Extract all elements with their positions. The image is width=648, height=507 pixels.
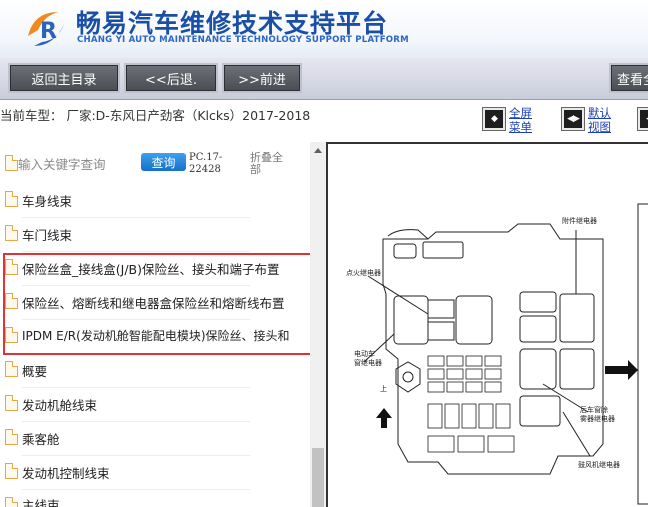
back-button[interactable]: <<后退. bbox=[124, 63, 218, 93]
default-view-icon[interactable]: ◀▶ bbox=[561, 107, 585, 131]
document-icon bbox=[5, 225, 18, 241]
logo: R bbox=[24, 6, 70, 50]
document-icon bbox=[5, 361, 18, 377]
document-icon bbox=[5, 395, 18, 411]
header: R 畅易汽车维修技术支持平台 CHANG YI AUTO MAINTENANCE… bbox=[0, 0, 648, 58]
document-icon bbox=[5, 191, 18, 207]
current-model-label: 当前车型： 厂家:D-东风日产劲客（Klcks）2017-2018 bbox=[0, 108, 311, 123]
search-row: 输入关键字查询 查询 PC.17-22428 折叠全部 bbox=[0, 142, 310, 184]
rear-defrost-relay-label: 后车窗除 雾器继电器 bbox=[580, 406, 615, 423]
tree-item-label: 发动机舱线束 bbox=[22, 398, 98, 413]
document-icon bbox=[5, 155, 18, 171]
tree-item-label: 车身线束 bbox=[22, 194, 73, 209]
view-all-button[interactable]: 查看全 bbox=[609, 63, 648, 93]
fullscreen-menu-icon[interactable]: ◆ bbox=[482, 107, 506, 131]
brand-subtitle: CHANG YI AUTO MAINTENANCE TECHNOLOGY SUP… bbox=[77, 35, 409, 45]
tree-item[interactable]: 乘客舱 bbox=[0, 422, 310, 456]
tree-item[interactable]: 车身线束 bbox=[0, 184, 310, 218]
left-tree-panel: 输入关键字查询 查询 PC.17-22428 折叠全部 车身线束 车门线束 保险… bbox=[0, 142, 326, 507]
pc-code: PC.17-22428 bbox=[189, 152, 223, 175]
tree-item-label: 乘客舱 bbox=[22, 432, 60, 447]
query-button[interactable]: 查询 bbox=[141, 153, 186, 171]
home-button[interactable]: 返回主目录 bbox=[8, 63, 120, 93]
tree-item[interactable]: 发动机舱线束 bbox=[0, 388, 310, 422]
tree-item[interactable]: 主线束 bbox=[0, 490, 310, 507]
default-view-link[interactable]: 默认视图 bbox=[588, 106, 614, 134]
scroll-up-icon[interactable] bbox=[314, 148, 322, 153]
document-icon bbox=[5, 429, 18, 445]
svg-text:R: R bbox=[40, 19, 57, 44]
extra-view-icon[interactable]: ◀ bbox=[637, 107, 648, 131]
ignition-relay-label: 点火继电器 bbox=[346, 269, 381, 277]
tree-item[interactable]: 发动机控制线束 bbox=[0, 456, 310, 490]
tree-item[interactable]: 概要 bbox=[0, 354, 310, 388]
up-label: 上 bbox=[380, 385, 387, 393]
forward-button[interactable]: >>前进 bbox=[222, 63, 302, 93]
tree-item-label: 概要 bbox=[22, 364, 48, 379]
tree-item-label: 发动机控制线束 bbox=[22, 466, 110, 481]
fuse-box-diagram bbox=[363, 203, 648, 505]
tree-item[interactable]: 车门线束 bbox=[0, 218, 310, 252]
attach-relay-label: 附件继电器 bbox=[562, 217, 597, 225]
diagram-panel: 附件继电器 点火继电器 电动车 窗继电器 上 后车窗除 雾器继电器 鼓风机继电器 bbox=[326, 142, 648, 507]
scroll-thumb[interactable] bbox=[312, 448, 324, 507]
search-input[interactable]: 输入关键字查询 bbox=[18, 154, 106, 173]
power-window-relay-label: 电动车 窗继电器 bbox=[354, 350, 382, 367]
scrollbar[interactable] bbox=[310, 142, 326, 507]
collapse-all-link[interactable]: 折叠全部 bbox=[250, 152, 290, 176]
fullscreen-menu-link[interactable]: 全屏菜单 bbox=[509, 106, 535, 134]
tree-item-label: 主线束 bbox=[22, 498, 60, 507]
tree-item-label: 车门线束 bbox=[22, 228, 73, 243]
highlight-box bbox=[3, 253, 314, 355]
document-icon bbox=[5, 497, 18, 507]
document-icon bbox=[5, 463, 18, 479]
blower-relay-label: 鼓风机继电器 bbox=[578, 461, 620, 469]
toolbar: 返回主目录 <<后退. >>前进 查看全 bbox=[0, 58, 648, 100]
info-bar: 当前车型： 厂家:D-东风日产劲客（Klcks）2017-2018 ◆ 全屏菜单… bbox=[0, 100, 648, 142]
